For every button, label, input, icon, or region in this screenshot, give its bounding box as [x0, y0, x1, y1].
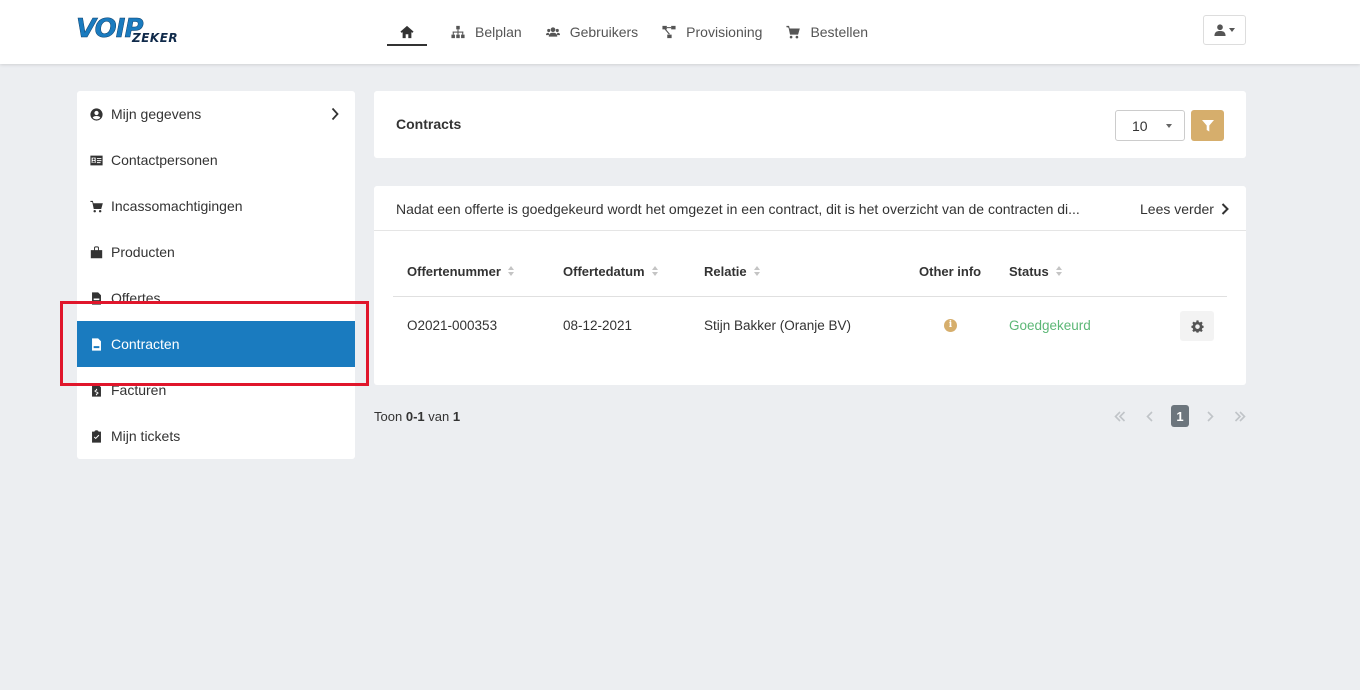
- row-actions-button[interactable]: [1180, 311, 1214, 341]
- sitemap-icon: [451, 25, 465, 39]
- column-header-label: Offertedatum: [563, 264, 645, 279]
- results-to: 1: [417, 409, 425, 424]
- nav-gebruikers[interactable]: Gebruikers: [534, 0, 650, 64]
- column-header-label: Offertenummer: [407, 264, 501, 279]
- pagination: 1: [1111, 405, 1261, 427]
- sort-icon: [507, 266, 515, 277]
- chevron-right-icon: [1221, 203, 1229, 215]
- page-size-select[interactable]: 10: [1115, 110, 1185, 141]
- file-invoice-icon: [92, 291, 101, 305]
- chevron-right-icon: [331, 107, 339, 121]
- chevron-left-icon: [1146, 410, 1153, 422]
- nav-bestellen[interactable]: Bestellen: [774, 0, 880, 64]
- column-header-relatie[interactable]: Relatie: [704, 264, 761, 279]
- sort-icon: [753, 266, 761, 277]
- nav-home[interactable]: [387, 0, 427, 64]
- nav-gebruikers-label: Gebruikers: [569, 24, 639, 40]
- column-header-label: Status: [1009, 264, 1049, 279]
- contracts-header-card: Contracts 10: [374, 91, 1246, 158]
- chevron-down-icon: [1229, 28, 1235, 32]
- user-menu-button[interactable]: [1203, 15, 1246, 45]
- top-navbar: VOIP ZEKER Belplan Gebruikers Provisioni…: [0, 0, 1360, 64]
- cell-offertenummer: O2021-000353: [407, 318, 498, 333]
- user-circle-icon: [90, 107, 103, 121]
- double-chevron-right-icon: [1234, 410, 1246, 422]
- project-diagram-icon: [662, 25, 676, 39]
- column-header-label: Other info: [919, 264, 982, 279]
- results-from: 0: [405, 409, 414, 424]
- cell-relatie: Stijn Bakker (Oranje BV): [704, 318, 852, 333]
- clipboard-check-icon: [92, 429, 101, 443]
- prev-page-button[interactable]: [1141, 405, 1159, 427]
- user-icon: [1214, 24, 1226, 36]
- sidebar-item-label: Mijn tickets: [111, 428, 181, 444]
- info-bar: Nadat een offerte is goedgekeurd wordt h…: [374, 186, 1246, 231]
- nav-provisioning-label: Provisioning: [686, 24, 763, 40]
- cell-offertedatum: 08-12-2021: [563, 318, 633, 333]
- sidebar-item-contracten[interactable]: Contracten: [77, 321, 355, 367]
- results-count-of: van: [428, 409, 450, 424]
- nav-provisioning[interactable]: Provisioning: [650, 0, 774, 64]
- results-count-prefix: Toon: [374, 409, 403, 424]
- file-icon: [92, 337, 101, 351]
- page-number-current[interactable]: 1: [1171, 405, 1189, 427]
- sidebar-item-label: Contracten: [111, 336, 180, 352]
- sort-icon: [1055, 266, 1063, 277]
- users-icon: [545, 27, 560, 37]
- cart-icon: [90, 200, 103, 212]
- contracts-table-card: Nadat een offerte is goedgekeurd wordt h…: [374, 186, 1246, 385]
- next-page-button[interactable]: [1201, 405, 1219, 427]
- table-header-divider: [393, 296, 1227, 297]
- sidebar-item-label: Offertes: [111, 290, 161, 306]
- main-nav: Belplan Gebruikers Provisioning Bestelle…: [387, 0, 880, 64]
- info-icon[interactable]: i: [944, 319, 957, 332]
- info-message: Nadat een offerte is goedgekeurd wordt h…: [396, 201, 1080, 217]
- id-card-icon: [90, 155, 103, 165]
- file-invoice-dollar-icon: [92, 383, 101, 397]
- gear-icon: [1190, 319, 1204, 333]
- results-count: Toon 0-1 van 1: [374, 409, 460, 424]
- sidebar-item-label: Producten: [111, 244, 175, 260]
- nav-bestellen-label: Bestellen: [810, 24, 869, 40]
- sidebar-item-label: Mijn gegevens: [111, 106, 202, 122]
- box-icon: [90, 245, 103, 258]
- voipzeker-logo[interactable]: VOIP ZEKER: [76, 14, 188, 48]
- column-header-label: Relatie: [704, 264, 747, 279]
- filter-button[interactable]: [1191, 110, 1224, 141]
- status-badge: Goedgekeurd: [1009, 318, 1091, 333]
- sidebar-item-mijn-tickets[interactable]: Mijn tickets: [77, 413, 355, 459]
- cart-icon: [786, 25, 801, 39]
- page-title: Contracts: [396, 116, 462, 132]
- sidebar-item-facturen[interactable]: Facturen: [77, 367, 355, 413]
- sidebar-item-incassomachtigingen[interactable]: Incassomachtigingen: [77, 183, 355, 229]
- first-page-button[interactable]: [1111, 405, 1129, 427]
- home-icon: [400, 25, 414, 39]
- sidebar-item-offertes[interactable]: Offertes: [77, 275, 355, 321]
- read-more-link[interactable]: Lees verder: [1140, 201, 1229, 217]
- double-chevron-left-icon: [1114, 410, 1126, 422]
- sidebar-item-producten[interactable]: Producten: [77, 229, 355, 275]
- column-header-other-info: Other info: [919, 264, 981, 279]
- page-size-value: 10: [1132, 117, 1148, 134]
- column-header-offertedatum[interactable]: Offertedatum: [563, 264, 659, 279]
- sidebar-item-label: Incassomachtigingen: [111, 198, 243, 214]
- last-page-button[interactable]: [1231, 405, 1249, 427]
- chevron-right-icon: [1207, 410, 1214, 422]
- sidebar-item-label: Facturen: [111, 382, 167, 398]
- sidebar-item-contactpersonen[interactable]: Contactpersonen: [77, 137, 355, 183]
- column-header-offertenummer[interactable]: Offertenummer: [407, 264, 515, 279]
- sidebar-item-label: Contactpersonen: [111, 152, 218, 168]
- filter-icon: [1201, 119, 1214, 131]
- results-total: 1: [452, 409, 461, 424]
- read-more-label: Lees verder: [1140, 201, 1214, 217]
- chevron-down-icon: [1166, 124, 1172, 128]
- account-sidebar: Mijn gegevens Contactpersonen Incassomac…: [77, 91, 355, 459]
- sort-icon: [651, 266, 659, 277]
- column-header-status[interactable]: Status: [1009, 264, 1063, 279]
- logo-sub-text: ZEKER: [132, 31, 179, 45]
- sidebar-item-mijn-gegevens[interactable]: Mijn gegevens: [77, 91, 355, 137]
- nav-belplan[interactable]: Belplan: [439, 0, 534, 64]
- nav-belplan-label: Belplan: [475, 24, 522, 40]
